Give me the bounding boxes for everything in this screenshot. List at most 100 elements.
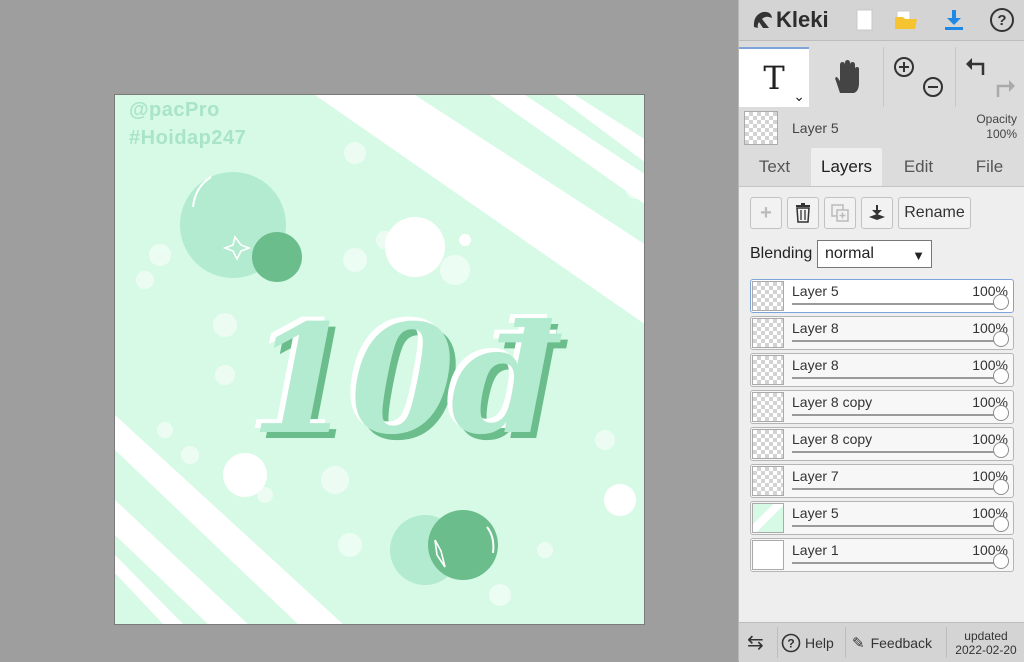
zoom-controls — [883, 47, 954, 107]
layer-row[interactable]: Layer 5 100% — [750, 501, 1014, 535]
layer-row[interactable]: Layer 8 copy 100% — [750, 390, 1014, 424]
layer-opacity-knob[interactable] — [993, 331, 1009, 347]
layer-thumbnail — [752, 318, 784, 348]
footer-divider — [845, 627, 846, 658]
feedback-link[interactable]: ✎ Feedback — [852, 623, 932, 662]
layer-name: Layer 8 copy — [792, 394, 873, 410]
layer-opacity-slider[interactable] — [792, 340, 999, 342]
layer-row[interactable]: Layer 8 copy 100% — [750, 427, 1014, 461]
layer-thumbnail — [752, 540, 784, 570]
blending-label: Blending — [750, 245, 813, 262]
redo-icon[interactable] — [992, 77, 1016, 99]
trash-icon — [796, 203, 810, 223]
layer-row[interactable]: Layer 8 100% — [750, 353, 1014, 387]
layer-opacity-slider[interactable] — [792, 414, 999, 416]
layer-opacity-knob[interactable] — [993, 405, 1009, 421]
svg-text:?: ? — [997, 12, 1006, 29]
watermark-hashtag: #Hoidap247 — [129, 127, 247, 149]
layer-opacity-knob[interactable] — [993, 516, 1009, 532]
tool-row: T ⌄ — [739, 47, 1024, 107]
layer-opacity-slider[interactable] — [792, 303, 999, 305]
feedback-label: Feedback — [870, 634, 933, 651]
layer-row[interactable]: Layer 8 100% — [750, 316, 1014, 350]
updated-date: 2022-02-20 — [955, 642, 1017, 657]
layer-opacity-slider[interactable] — [792, 451, 999, 453]
layer-opacity-knob[interactable] — [993, 442, 1009, 458]
rename-layer-button[interactable]: Rename — [898, 197, 971, 229]
current-layer-opacity: Opacity 100% — [976, 112, 1017, 142]
current-layer-name: Layer 5 — [792, 120, 839, 136]
panel-footer: ⇆ ? Help ✎ Feedback updated 2022-02-20 — [739, 622, 1024, 662]
changelog-link[interactable]: updated 2022-02-20 — [951, 623, 1021, 662]
hand-tool-button[interactable] — [811, 47, 881, 107]
drawing-canvas[interactable]: @pacPro #Hoidap247 10đ — [114, 94, 645, 625]
tab-file[interactable]: File — [954, 148, 1024, 186]
help-button[interactable]: ? — [986, 4, 1018, 36]
layer-name: Layer 1 — [792, 542, 839, 558]
layer-thumbnail — [752, 355, 784, 385]
layer-row[interactable]: Layer 1 100% — [750, 538, 1014, 572]
layer-name: Layer 8 — [792, 320, 839, 336]
chevron-down-icon: ▼ — [912, 248, 925, 263]
swap-panel-side-button[interactable]: ⇆ — [747, 623, 764, 662]
app-name: Kleki — [776, 7, 829, 32]
layer-name: Layer 5 — [792, 505, 839, 521]
layer-opacity-slider[interactable] — [792, 377, 999, 379]
blending-value: normal — [825, 245, 874, 262]
merge-down-button[interactable] — [861, 197, 893, 229]
layer-thumbnail — [752, 466, 784, 496]
canvas-lettering: 10đ — [250, 292, 556, 468]
layer-thumbnail — [752, 392, 784, 422]
open-folder-icon — [895, 10, 917, 29]
layer-opacity-knob[interactable] — [993, 553, 1009, 569]
layer-thumbnail — [752, 429, 784, 459]
hand-tool-icon — [835, 60, 859, 93]
swap-arrows-icon: ⇆ — [747, 632, 764, 654]
add-layer-button[interactable]: + — [750, 197, 782, 229]
current-layer-thumbnail — [744, 111, 778, 145]
panel-tabs: Text Layers Edit File — [739, 148, 1024, 187]
pencil-icon: ✎ — [852, 634, 865, 652]
kleki-logo[interactable]: Kleki — [751, 6, 829, 34]
opacity-value: 100% — [986, 127, 1017, 141]
layer-opacity-knob[interactable] — [993, 479, 1009, 495]
footer-divider — [777, 627, 778, 658]
plus-icon: + — [760, 201, 772, 224]
watermark-username: @pacPro — [129, 99, 220, 121]
tab-layers[interactable]: Layers — [811, 148, 882, 186]
layer-opacity-slider[interactable] — [792, 562, 999, 564]
kleki-logo-icon — [753, 11, 772, 28]
layer-name: Layer 8 — [792, 357, 839, 373]
layer-opacity-knob[interactable] — [993, 368, 1009, 384]
undo-icon[interactable] — [965, 55, 989, 77]
open-image-button[interactable] — [890, 4, 922, 36]
text-tool-icon: T — [763, 59, 785, 97]
new-image-icon — [856, 9, 873, 31]
layer-row[interactable]: Layer 7 100% — [750, 464, 1014, 498]
layer-opacity-knob[interactable] — [993, 294, 1009, 310]
new-image-button[interactable] — [849, 4, 881, 36]
layer-opacity-slider[interactable] — [792, 488, 999, 490]
help-link[interactable]: ? Help — [781, 623, 834, 662]
opacity-label: Opacity — [976, 112, 1017, 126]
layer-opacity-slider[interactable] — [792, 525, 999, 527]
layer-thumbnail — [752, 503, 784, 533]
side-panel: Kleki ? T ⌄ Layer 5 Opacity 100% Text La… — [738, 0, 1024, 662]
duplicate-icon — [831, 204, 849, 222]
svg-text:?: ? — [787, 636, 794, 650]
text-tool-button[interactable]: T ⌄ — [739, 47, 809, 107]
blending-select[interactable]: normal ▼ — [817, 240, 932, 268]
layer-thumbnail — [752, 281, 784, 311]
save-image-button[interactable] — [938, 4, 970, 36]
delete-layer-button[interactable] — [787, 197, 819, 229]
chevron-down-icon[interactable]: ⌄ — [793, 88, 805, 105]
top-bar: Kleki ? — [739, 0, 1024, 41]
history-controls — [955, 47, 1024, 107]
tab-edit[interactable]: Edit — [883, 148, 954, 186]
duplicate-layer-button[interactable] — [824, 197, 856, 229]
zoom-out-icon[interactable] — [921, 75, 945, 99]
layer-name: Layer 5 — [792, 283, 839, 299]
layer-row[interactable]: Layer 5 100% — [750, 279, 1014, 313]
layer-name: Layer 7 — [792, 468, 839, 484]
tab-text[interactable]: Text — [739, 148, 810, 186]
